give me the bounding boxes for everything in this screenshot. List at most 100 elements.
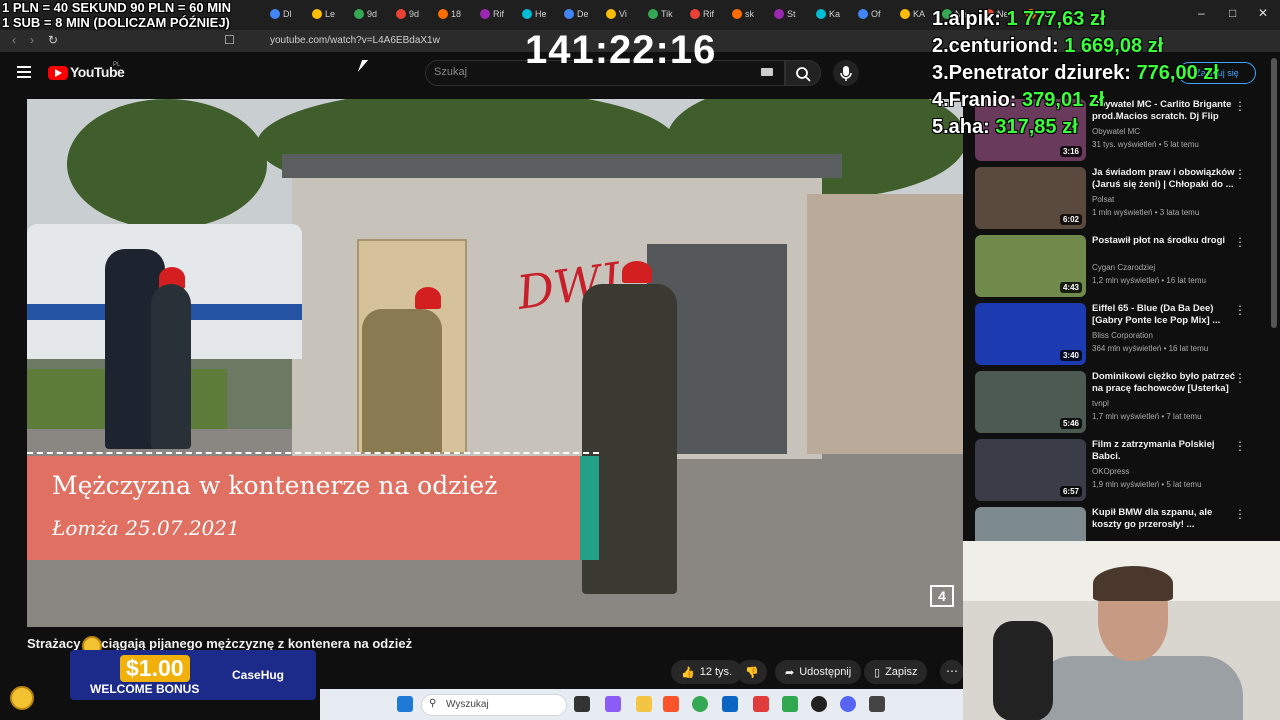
ad-bonus-text: WELCOME BONUS xyxy=(90,682,200,696)
donation-amount: 1 669,08 zł xyxy=(1064,35,1164,57)
browser-tab[interactable]: Vi xyxy=(606,4,627,24)
banner-dashed-line xyxy=(27,452,599,454)
brave-icon[interactable] xyxy=(663,696,679,712)
windows-start-icon[interactable] xyxy=(397,696,413,712)
recommendation-channel[interactable]: Bliss Corporation xyxy=(1092,331,1153,340)
thumbs-down-icon: 👎 xyxy=(745,666,759,679)
tab-favicon-icon xyxy=(396,9,406,19)
recommendation-item[interactable]: 4:43 Postawił płot na środku drogi Cygan C… xyxy=(975,235,1265,299)
browser-tab[interactable]: KA xyxy=(900,4,925,24)
recommendation-meta: 31 tys. wyświetleń • 5 lat temu xyxy=(1092,140,1199,149)
url-field[interactable]: youtube.com/watch?v=L4A6EBdaX1w xyxy=(270,35,440,46)
close-icon[interactable]: ✕ xyxy=(1258,6,1268,20)
browser-tab[interactable]: 9d xyxy=(354,4,377,24)
hamburger-menu-icon[interactable] xyxy=(17,66,31,78)
more-options-icon[interactable]: ⋮ xyxy=(1234,439,1246,453)
tab-favicon-icon xyxy=(690,9,700,19)
file-explorer-icon[interactable] xyxy=(636,696,652,712)
recommendation-channel[interactable]: Cygan Czarodziej xyxy=(1092,263,1155,272)
reload-icon[interactable]: ↻ xyxy=(48,33,58,47)
recommendation-title[interactable]: Ja świadom praw i obowiązków (Jaruś się … xyxy=(1092,167,1242,191)
youtube-logo-icon[interactable] xyxy=(48,66,68,80)
donation-amount: 317,85 zł xyxy=(995,116,1078,138)
browser-tab[interactable]: Le xyxy=(312,4,335,24)
recommendation-title[interactable]: Kupił BMW dla szpanu, ale koszty go prze… xyxy=(1092,507,1242,531)
video-thumbnail[interactable]: 6:57 xyxy=(975,439,1086,501)
recommendation-channel[interactable]: OKOpress xyxy=(1092,467,1129,476)
browser-tab[interactable]: Of xyxy=(858,4,881,24)
recommendation-title[interactable]: Eiffel 65 - Blue (Da Ba Dee) [Gabry Pont… xyxy=(1092,303,1242,327)
keyboard-icon[interactable] xyxy=(761,68,773,76)
recommendation-channel[interactable]: Polsat xyxy=(1092,195,1114,204)
banner-title: Mężczyzna w kontenerze na odzież xyxy=(52,471,498,500)
mic-icon xyxy=(840,66,852,81)
dislike-button[interactable]: 👎 xyxy=(737,660,767,684)
tab-label: Rif xyxy=(493,9,504,19)
tab-favicon-icon xyxy=(522,9,532,19)
chrome-icon[interactable] xyxy=(692,696,708,712)
tab-favicon-icon xyxy=(858,9,868,19)
video-thumbnail[interactable]: 3:40 xyxy=(975,303,1086,365)
browser-tab[interactable]: Dl xyxy=(270,4,292,24)
video-thumbnail[interactable]: 6:02 xyxy=(975,167,1086,229)
tab-label: Le xyxy=(325,9,336,19)
recommendations-list: 3:16 Obywatel MC - Carlito Brigante prod.… xyxy=(975,99,1267,569)
browser-tab[interactable]: sk xyxy=(732,4,754,24)
tab-label: 9d xyxy=(409,9,420,19)
browser-tab[interactable]: St xyxy=(774,4,796,24)
recommendation-item[interactable]: 6:02 Ja świadom praw i obowiązków (Jaruś … xyxy=(975,167,1265,231)
forward-icon[interactable]: › xyxy=(30,33,34,47)
search-button[interactable] xyxy=(785,60,821,86)
more-actions-button[interactable]: ⋯ xyxy=(940,660,964,684)
browser-tab[interactable]: 18 xyxy=(438,4,461,24)
save-button[interactable]: ▯ Zapisz xyxy=(864,660,928,684)
copilot-icon[interactable] xyxy=(605,696,621,712)
more-options-icon[interactable]: ⋮ xyxy=(1234,235,1246,249)
recommendation-meta: 1,9 mln wyświetleń • 5 lat temu xyxy=(1092,480,1202,489)
browser-tab[interactable]: 9d xyxy=(396,4,419,24)
taskbar-search[interactable] xyxy=(421,694,567,716)
browser-tab[interactable]: Tik xyxy=(648,4,673,24)
more-options-icon[interactable]: ⋮ xyxy=(1234,99,1246,113)
video-duration: 3:16 xyxy=(1059,146,1082,157)
tab-favicon-icon xyxy=(900,9,910,19)
recommendation-title[interactable]: Film z zatrzymania Polskiej Babci. xyxy=(1092,439,1242,463)
spreadsheet-icon[interactable] xyxy=(782,696,798,712)
browser-tab[interactable]: Ka xyxy=(816,4,840,24)
share-button[interactable]: ➦ Udostępnij xyxy=(775,660,862,684)
more-options-icon[interactable]: ⋮ xyxy=(1234,303,1246,317)
voice-search-button[interactable] xyxy=(833,60,859,86)
more-options-icon[interactable]: ⋮ xyxy=(1234,167,1246,181)
video-thumbnail[interactable]: 4:43 xyxy=(975,235,1086,297)
casehug-ad[interactable]: $1.00 WELCOME BONUS CaseHug xyxy=(0,630,316,720)
recommendation-item[interactable]: 6:57 Film z zatrzymania Polskiej Babci. OK… xyxy=(975,439,1265,503)
like-button[interactable]: 👍 12 tys. xyxy=(671,660,743,684)
maximize-icon[interactable]: □ xyxy=(1229,6,1236,20)
video-thumbnail[interactable]: 5:46 xyxy=(975,371,1086,433)
recommendation-meta: 1,2 mln wyświetleń • 16 lat temu xyxy=(1092,276,1206,285)
browser-tab[interactable]: He xyxy=(522,4,547,24)
browser-tab[interactable]: Rif xyxy=(480,4,504,24)
store-icon[interactable] xyxy=(722,696,738,712)
discord-icon[interactable] xyxy=(840,696,856,712)
task-view-icon[interactable] xyxy=(574,696,590,712)
firefighter-helmet xyxy=(622,261,652,283)
recommendation-item[interactable]: 5:46 Dominikowi ciężko było patrzeć na pr… xyxy=(975,371,1265,435)
bookmark-icon[interactable]: ☐ xyxy=(224,33,235,47)
browser-tab[interactable]: De xyxy=(564,4,589,24)
app-icon[interactable] xyxy=(869,696,885,712)
recommendation-title[interactable]: Postawił płot na środku drogi xyxy=(1092,235,1242,247)
video-player[interactable]: DWJ Mężczyzna w kontenerze na odzież Łom… xyxy=(27,99,963,627)
app-icon[interactable] xyxy=(753,696,769,712)
page-scrollbar[interactable] xyxy=(1271,58,1277,328)
browser-tab[interactable]: Rif xyxy=(690,4,714,24)
recommendation-channel[interactable]: tvnpl xyxy=(1092,399,1109,408)
back-icon[interactable]: ‹ xyxy=(12,33,16,47)
recommendation-title[interactable]: Dominikowi ciężko było patrzeć na pracę … xyxy=(1092,371,1242,395)
obs-icon[interactable] xyxy=(811,696,827,712)
more-options-icon[interactable]: ⋮ xyxy=(1234,507,1246,521)
microphone xyxy=(993,621,1053,720)
country-code: PL xyxy=(113,62,121,68)
recommendation-item[interactable]: 3:40 Eiffel 65 - Blue (Da Ba Dee) [Gabry … xyxy=(975,303,1265,367)
more-options-icon[interactable]: ⋮ xyxy=(1234,371,1246,385)
